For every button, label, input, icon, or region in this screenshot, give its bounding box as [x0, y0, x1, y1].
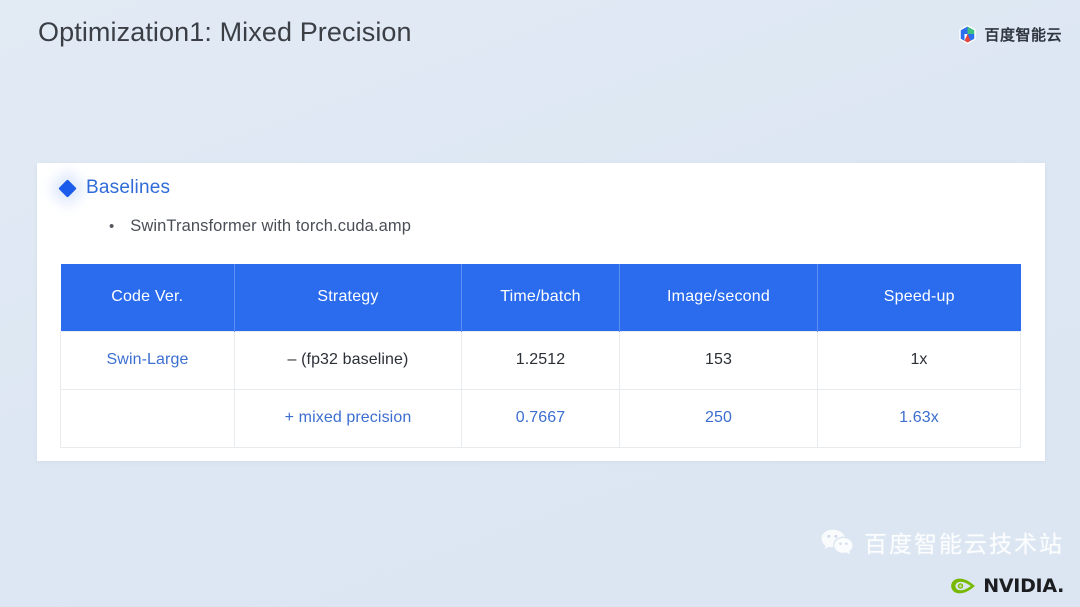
cell-speed-up: 1x: [817, 330, 1021, 390]
cell-code-ver: [60, 388, 235, 448]
column-header-strategy: Strategy: [234, 264, 462, 331]
baselines-label: Baselines: [86, 177, 171, 198]
cell-strategy: – (fp32 baseline): [234, 330, 462, 390]
column-header-time-batch: Time/batch: [461, 264, 620, 331]
nvidia-eye-icon: [950, 576, 977, 596]
performance-table: Code Ver. Strategy Time/batch Image/seco…: [60, 264, 1021, 448]
diamond-bullet-icon: [58, 178, 77, 198]
column-header-image-second: Image/second: [619, 264, 818, 331]
cell-image-second: 250: [619, 388, 818, 448]
nvidia-wordmark: NVIDIA.: [983, 575, 1064, 597]
nvidia-footer: NVIDIA.: [950, 575, 1064, 597]
sub-bullet-item: • SwinTransformer with torch.cuda.amp: [109, 217, 411, 236]
slide-canvas: Optimization1: Mixed Precision 百度智能云 Bas…: [0, 0, 1080, 607]
table-header-row: Code Ver. Strategy Time/batch Image/seco…: [60, 264, 1021, 331]
baidu-hexagon-icon: [958, 24, 977, 45]
cell-code-ver: Swin-Large: [60, 330, 235, 390]
table-row: Swin-Large – (fp32 baseline) 1.2512 153 …: [60, 330, 1021, 390]
cell-image-second: 153: [619, 330, 818, 390]
column-header-code-ver: Code Ver.: [60, 264, 235, 331]
table-row: + mixed precision 0.7667 250 1.63x: [60, 388, 1021, 448]
baselines-bullet: Baselines: [58, 177, 171, 199]
baidu-cloud-brand: 百度智能云: [958, 24, 1062, 45]
cell-time-batch: 0.7667: [461, 388, 620, 448]
column-header-speed-up: Speed-up: [817, 264, 1021, 331]
content-card: Baselines • SwinTransformer with torch.c…: [37, 163, 1045, 461]
dot-bullet-icon: •: [109, 218, 115, 235]
wechat-icon: [820, 528, 854, 556]
cell-strategy: + mixed precision: [234, 388, 462, 448]
wechat-footer-text: 百度智能云技术站: [864, 531, 1064, 557]
cell-time-batch: 1.2512: [461, 330, 620, 390]
baidu-cloud-brand-text: 百度智能云: [984, 27, 1062, 44]
cell-speed-up: 1.63x: [817, 388, 1021, 448]
wechat-footer: 百度智能云技术站: [820, 525, 1064, 559]
sub-bullet-label: SwinTransformer with torch.cuda.amp: [130, 217, 412, 235]
page-title: Optimization1: Mixed Precision: [38, 17, 412, 47]
